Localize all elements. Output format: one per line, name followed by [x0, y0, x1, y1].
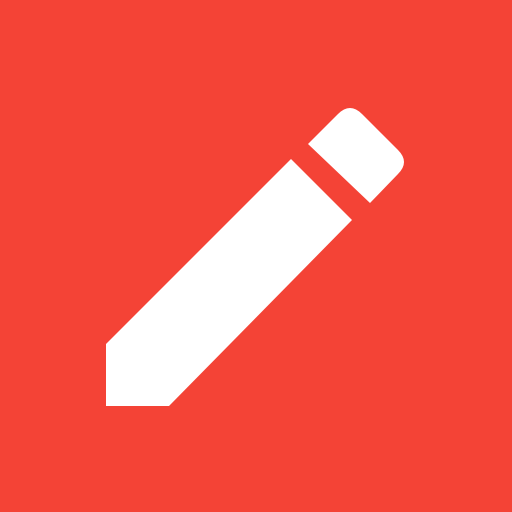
pencil-body [106, 159, 352, 406]
pencil-icon [106, 108, 404, 406]
app-icon-tile[interactable] [0, 0, 512, 512]
pencil-eraser [308, 108, 404, 203]
